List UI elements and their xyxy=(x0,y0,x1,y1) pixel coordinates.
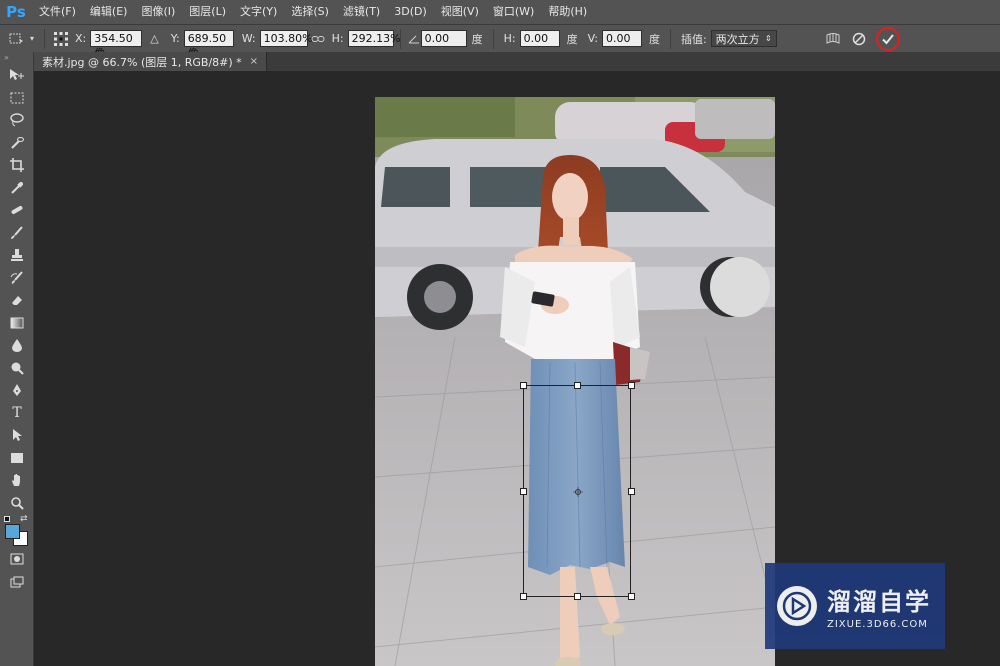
menu-bar: Ps 文件(F) 编辑(E) 图像(I) 图层(L) 文字(Y) 选择(S) 滤… xyxy=(0,0,1000,24)
interpolation-label: 插值: xyxy=(680,32,707,46)
screen-mode-icon[interactable] xyxy=(0,571,34,594)
separator xyxy=(669,28,671,49)
height-field[interactable]: 292.13% xyxy=(347,30,401,47)
menu-filter[interactable]: 滤镜(T) xyxy=(336,0,387,24)
relative-position-icon[interactable]: △ xyxy=(150,32,158,45)
document-tab[interactable]: 素材.jpg @ 66.7% (图层 1, RGB/8#) * × xyxy=(34,52,268,71)
transform-center-point-icon[interactable] xyxy=(573,487,583,497)
commit-transform-button[interactable] xyxy=(875,26,901,52)
interpolation-select[interactable]: 两次立方 ⇕ xyxy=(710,30,777,47)
watermark-text: 溜溜自学 ZIXUE.3D66.COM xyxy=(827,582,931,630)
vertical-skew-field[interactable]: 0.00 xyxy=(601,30,642,47)
horizontal-skew-field[interactable]: 0.00 xyxy=(519,30,560,47)
watermark-url: ZIXUE.3D66.COM xyxy=(827,619,928,630)
play-logo-icon xyxy=(777,586,817,626)
photoshop-logo: Ps xyxy=(6,3,26,21)
watermark-overlay: 溜溜自学 ZIXUE.3D66.COM xyxy=(765,563,945,649)
clone-stamp-tool-icon[interactable] xyxy=(0,244,34,267)
v-skew-unit-label: 度 xyxy=(648,32,660,46)
transform-handle-top[interactable] xyxy=(574,382,581,389)
transform-handle-right[interactable] xyxy=(628,488,635,495)
options-bar: ▾ X: 354.50 像 △ Y: 689.50 像 W: 103.80% H… xyxy=(0,24,1000,60)
history-brush-tool-icon[interactable] xyxy=(0,267,34,290)
crop-tool-icon[interactable] xyxy=(0,154,34,177)
chevron-updown-icon: ⇕ xyxy=(764,34,772,43)
interpolation-value: 两次立方 xyxy=(715,32,760,46)
quick-select-tool-icon[interactable] xyxy=(0,132,34,155)
document-tab-title: 素材.jpg @ 66.7% (图层 1, RGB/8#) * xyxy=(42,55,242,69)
panel-collapse-icon[interactable]: » xyxy=(0,52,33,64)
menu-type[interactable]: 文字(Y) xyxy=(233,0,284,24)
h-skew-unit-label: 度 xyxy=(566,32,578,46)
reference-point-icon[interactable] xyxy=(51,29,71,49)
menu-layer[interactable]: 图层(L) xyxy=(182,0,233,24)
y-label: Y: xyxy=(170,32,180,45)
transform-handle-top-right[interactable] xyxy=(628,382,635,389)
x-label: X: xyxy=(75,32,87,45)
separator xyxy=(44,28,45,49)
link-icon[interactable] xyxy=(308,29,328,49)
dodge-tool-icon[interactable] xyxy=(0,357,34,380)
v-skew-label: V: xyxy=(587,32,598,45)
menu-view[interactable]: 视图(V) xyxy=(434,0,486,24)
path-select-tool-icon[interactable] xyxy=(0,424,34,447)
lasso-tool-icon[interactable] xyxy=(0,109,34,132)
h-label: H: xyxy=(331,32,344,45)
move-tool-icon[interactable] xyxy=(0,64,34,87)
separator xyxy=(399,28,401,49)
menu-edit[interactable]: 编辑(E) xyxy=(83,0,135,24)
eraser-tool-icon[interactable] xyxy=(0,289,34,312)
hand-tool-icon[interactable] xyxy=(0,469,34,492)
menu-help[interactable]: 帮助(H) xyxy=(541,0,594,24)
transform-handle-left[interactable] xyxy=(520,488,527,495)
type-tool-icon[interactable]: T xyxy=(0,402,34,425)
marquee-tool-icon[interactable] xyxy=(0,87,34,110)
tools-panel: » T ⇄ xyxy=(0,52,34,666)
h-skew-label: H: xyxy=(503,32,516,45)
brush-tool-icon[interactable] xyxy=(0,222,34,245)
transform-handle-top-left[interactable] xyxy=(520,382,527,389)
blur-tool-icon[interactable] xyxy=(0,334,34,357)
eyedropper-tool-icon[interactable] xyxy=(0,177,34,200)
cancel-transform-icon[interactable] xyxy=(849,29,869,49)
menu-image[interactable]: 图像(I) xyxy=(134,0,182,24)
menu-select[interactable]: 选择(S) xyxy=(284,0,336,24)
transform-bounding-box[interactable] xyxy=(520,382,635,600)
pen-tool-icon[interactable] xyxy=(0,379,34,402)
color-swatches[interactable]: ⇄ xyxy=(0,514,34,548)
menu-3d[interactable]: 3D(D) xyxy=(387,0,434,24)
rotate-angle-icon xyxy=(407,29,421,49)
gradient-tool-icon[interactable] xyxy=(0,312,34,335)
x-position-field[interactable]: 354.50 像 xyxy=(90,30,143,60)
rotate-angle-field[interactable]: 0.00 xyxy=(420,30,467,47)
close-icon[interactable]: × xyxy=(250,56,258,67)
menu-file[interactable]: 文件(F) xyxy=(32,0,83,24)
transform-handle-bottom-left[interactable] xyxy=(520,593,527,600)
width-field[interactable]: 103.80% xyxy=(259,30,313,47)
document-tab-strip: 素材.jpg @ 66.7% (图层 1, RGB/8#) * × xyxy=(34,52,1000,71)
rectangle-tool-icon[interactable] xyxy=(0,447,34,470)
angle-unit-label: 度 xyxy=(471,32,483,46)
transform-handle-bottom-right[interactable] xyxy=(628,593,635,600)
w-label: W: xyxy=(241,32,256,45)
healing-brush-tool-icon[interactable] xyxy=(0,199,34,222)
separator xyxy=(492,28,494,49)
zoom-tool-icon[interactable] xyxy=(0,492,34,515)
warp-mode-icon[interactable] xyxy=(823,29,843,49)
transform-tool-icon[interactable] xyxy=(6,29,26,49)
transform-handle-bottom[interactable] xyxy=(574,593,581,600)
watermark-title: 溜溜自学 xyxy=(827,588,931,616)
foreground-color-swatch[interactable] xyxy=(5,524,20,539)
default-colors-icon[interactable] xyxy=(4,516,10,522)
swap-colors-icon[interactable]: ⇄ xyxy=(20,514,28,524)
tool-preset-dropdown-icon[interactable]: ▾ xyxy=(26,29,38,49)
y-position-field[interactable]: 689.50 像 xyxy=(183,30,234,60)
quick-mask-icon[interactable] xyxy=(0,548,34,571)
menu-window[interactable]: 窗口(W) xyxy=(486,0,541,24)
